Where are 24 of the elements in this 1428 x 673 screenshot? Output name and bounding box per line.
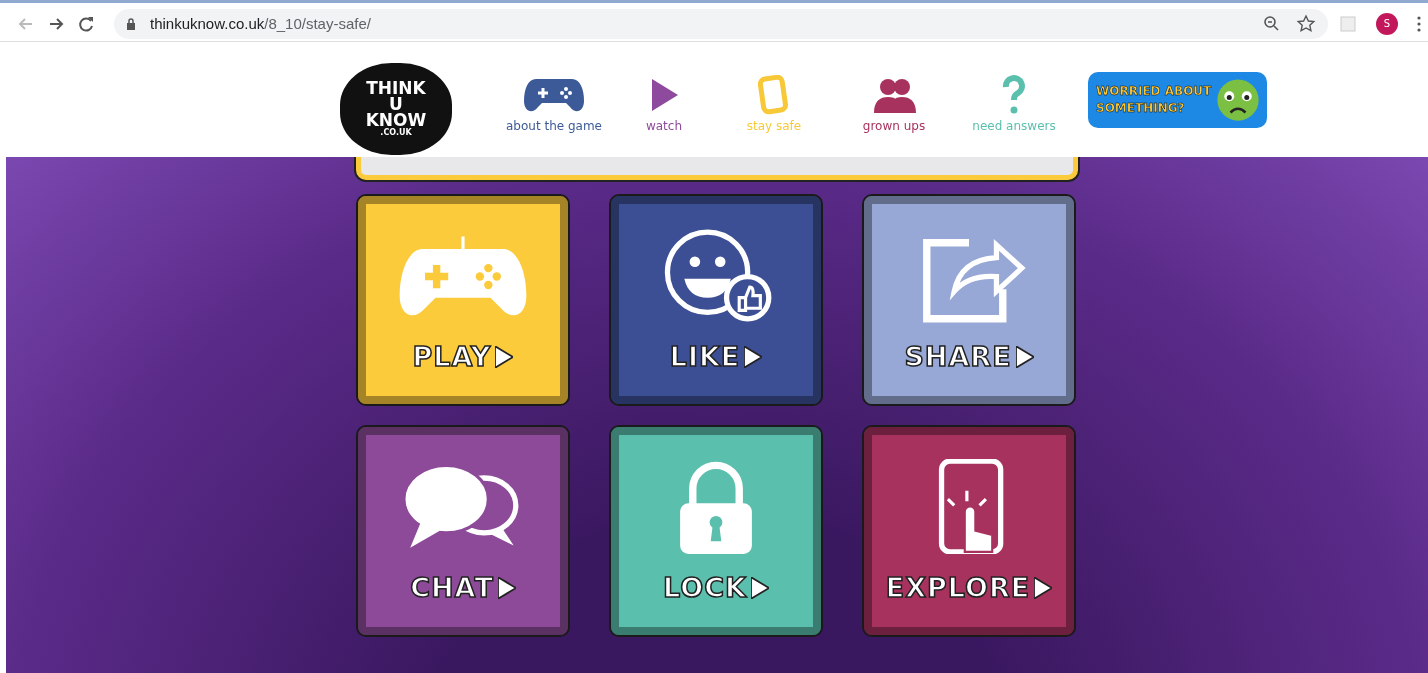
play-arrow-icon: [1015, 345, 1034, 368]
lock-icon: [126, 17, 136, 30]
nav-link[interactable]: about the game: [494, 74, 614, 133]
url-text: thinkuknow.co.uk/8_10/stay-safe/: [150, 15, 371, 32]
play-arrow-icon: [744, 345, 763, 368]
topic-tile[interactable]: LIKE: [609, 194, 823, 406]
tile-label: CHAT: [410, 572, 494, 603]
play-arrow-icon: [1034, 576, 1053, 599]
play-arrow-icon: [495, 345, 514, 368]
nav-link[interactable]: grown ups: [834, 74, 954, 133]
play-arrow-icon: [497, 576, 516, 599]
address-bar[interactable]: thinkuknow.co.uk/8_10/stay-safe/: [114, 8, 1328, 39]
tile-label: LIKE: [669, 341, 741, 372]
tile-label: SHARE: [904, 341, 1012, 372]
nav-link[interactable]: watch: [614, 74, 714, 133]
tile-label: LOCK: [663, 572, 747, 603]
tile-label: PLAY: [412, 341, 492, 372]
star-icon[interactable]: [1296, 13, 1316, 34]
profile-avatar[interactable]: S: [1376, 12, 1398, 35]
play-arrow-icon: [750, 576, 769, 599]
tile-label: EXPLORE: [885, 572, 1031, 603]
site-logo[interactable]: THINK U KNOW .CO.UK: [340, 62, 452, 155]
topic-tile[interactable]: CHAT: [356, 425, 570, 637]
topic-tile[interactable]: EXPLORE: [862, 425, 1076, 637]
